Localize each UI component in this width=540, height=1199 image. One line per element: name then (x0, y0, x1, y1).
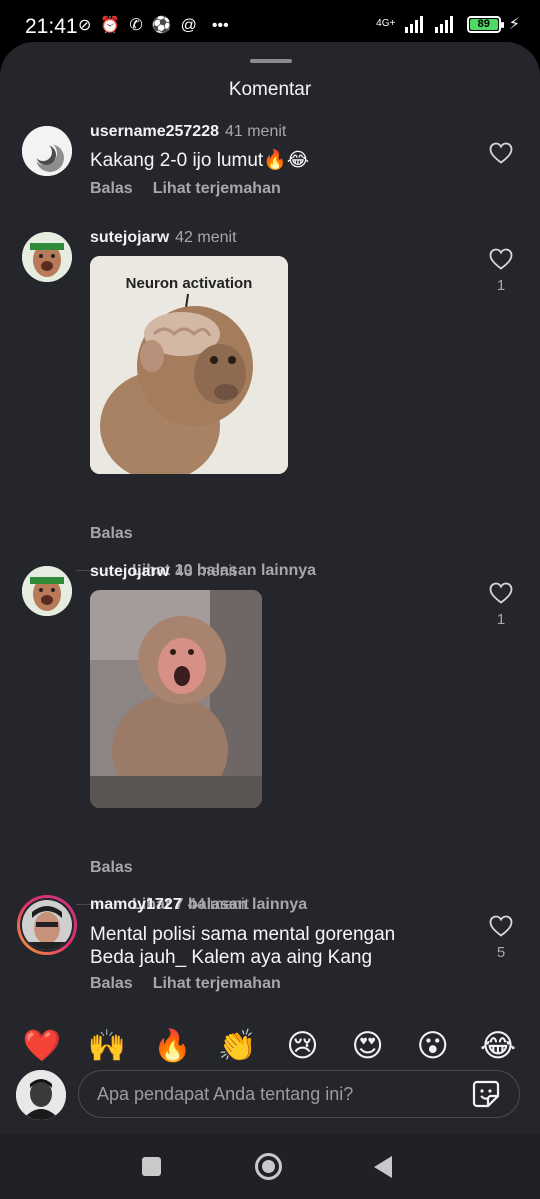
status-icons-left: ⊘ ⏰ ✆ ⚽ @ ••• (78, 16, 229, 36)
user-photo-icon (16, 1070, 66, 1120)
whatsapp-icon: ✆ (129, 17, 143, 34)
muted-vibrate-icon: ⊘ (78, 17, 92, 34)
comment-time: 44 menit (187, 896, 249, 913)
heart-icon (489, 248, 513, 270)
comment-username[interactable]: sutejojarw (90, 563, 169, 580)
user-photo-icon (22, 566, 72, 616)
story-ring-gap (20, 898, 74, 952)
alarm-icon: ⏰ (100, 17, 121, 34)
battery-icon: 89 (466, 15, 504, 33)
comment-time: 41 menit (224, 123, 287, 140)
comment-actions: Balas Lihat terjemahan (90, 180, 281, 198)
emoji-laughing-button[interactable]: 😂 (478, 1026, 518, 1066)
comment-actions: Balas Lihat terjemahan (90, 975, 281, 993)
like-count: 5 (496, 944, 506, 961)
emoji-heart-button[interactable]: ❤️ (22, 1026, 62, 1066)
home-button[interactable] (255, 1153, 282, 1180)
comments-sheet: Komentar username257228 41 menit Kakang 2… (0, 42, 540, 1134)
like-button[interactable]: 5 (488, 915, 514, 961)
like-count: 1 (496, 611, 506, 628)
emoji-heart-eyes-button[interactable]: 😍 (348, 1026, 388, 1066)
sheet-title: Komentar (228, 79, 312, 100)
recents-button[interactable] (142, 1157, 161, 1176)
comment-text: Kakang 2-0 ijo lumut🔥😂 (90, 150, 310, 171)
comment-text-line: Mental polisi sama mental gorengan (90, 924, 396, 945)
emoji-raised-hands-button[interactable]: 🙌 (87, 1026, 127, 1066)
comment-username[interactable]: mamoy1727 (90, 896, 182, 913)
comment-header: sutejojarw 42 menit (90, 229, 237, 247)
comment-header: sutejojarw 43 menit (90, 563, 237, 581)
comment-actions: Balas (90, 525, 133, 543)
system-nav-bar (0, 1134, 540, 1199)
heart-icon (489, 142, 513, 164)
signal-icon (404, 16, 423, 33)
gif-caption: Neuron activation (126, 275, 253, 292)
at-sign-icon: @ (180, 17, 197, 34)
surprised-monkey-image (90, 590, 262, 808)
battery-level: 89 (469, 18, 498, 30)
quick-emoji-bar: ❤️ 🙌 🔥 👏 😢 😍 😮 😂 (0, 1024, 540, 1068)
comment-header: username257228 41 menit (90, 123, 286, 141)
comment-input[interactable]: Apa pendapat Anda tentang ini? (78, 1070, 520, 1118)
more-dots-icon: ••• (211, 17, 229, 34)
see-translation-button[interactable]: Lihat terjemahan (153, 180, 281, 197)
avatar[interactable] (22, 232, 72, 282)
emoji-crying-button[interactable]: 😢 (283, 1026, 323, 1066)
comment-gif[interactable] (90, 590, 262, 808)
user-photo-icon (22, 900, 72, 950)
monkey-neuron-image: Neuron activation (90, 256, 288, 474)
like-button[interactable] (488, 142, 514, 169)
comment-username[interactable]: username257228 (90, 123, 219, 140)
comment-text-line: Beda jauh_ Kalem aya aing Kang (90, 947, 373, 968)
comment-username[interactable]: sutejojarw (90, 229, 169, 246)
emoji-fire-button[interactable]: 🔥 (152, 1026, 192, 1066)
status-icons-right: 4G+ 89 ⚡ (375, 14, 520, 34)
comment-gif[interactable]: Neuron activation (90, 256, 288, 474)
like-button[interactable]: 1 (488, 582, 514, 628)
comment-input-row: Apa pendapat Anda tentang ini? (0, 1066, 540, 1134)
back-button[interactable] (374, 1156, 392, 1178)
signal-icon (434, 16, 453, 33)
comment-input-placeholder: Apa pendapat Anda tentang ini? (97, 1084, 354, 1104)
comment-actions: Balas (90, 859, 133, 877)
status-time: 21:41 (25, 15, 78, 38)
comment-time: 43 menit (175, 563, 237, 580)
default-avatar-icon (22, 126, 72, 176)
my-avatar (16, 1070, 66, 1120)
like-button[interactable]: 1 (488, 248, 514, 294)
emoji-surprised-button[interactable]: 😮 (413, 1026, 453, 1066)
reply-button[interactable]: Balas (90, 975, 133, 992)
heart-icon (489, 915, 513, 937)
comment-header: mamoy1727 44 menit (90, 896, 249, 914)
like-count: 1 (496, 277, 506, 294)
avatar[interactable] (22, 566, 72, 616)
charging-icon: ⚡ (508, 16, 520, 33)
user-photo-icon (22, 232, 72, 282)
soccer-ball-icon: ⚽ (151, 17, 172, 34)
avatar-with-story-ring[interactable] (17, 895, 77, 955)
heart-icon (489, 582, 513, 604)
sticker-icon[interactable] (471, 1079, 501, 1109)
drag-handle[interactable] (250, 59, 292, 63)
reply-button[interactable]: Balas (90, 180, 133, 197)
network-type-label: 4G+ (376, 18, 396, 29)
see-translation-button[interactable]: Lihat terjemahan (153, 975, 281, 992)
reply-button[interactable]: Balas (90, 525, 133, 542)
comment-time: 42 menit (175, 229, 237, 246)
emoji-clap-button[interactable]: 👏 (217, 1026, 257, 1066)
avatar[interactable] (22, 126, 72, 176)
reply-button[interactable]: Balas (90, 859, 133, 876)
